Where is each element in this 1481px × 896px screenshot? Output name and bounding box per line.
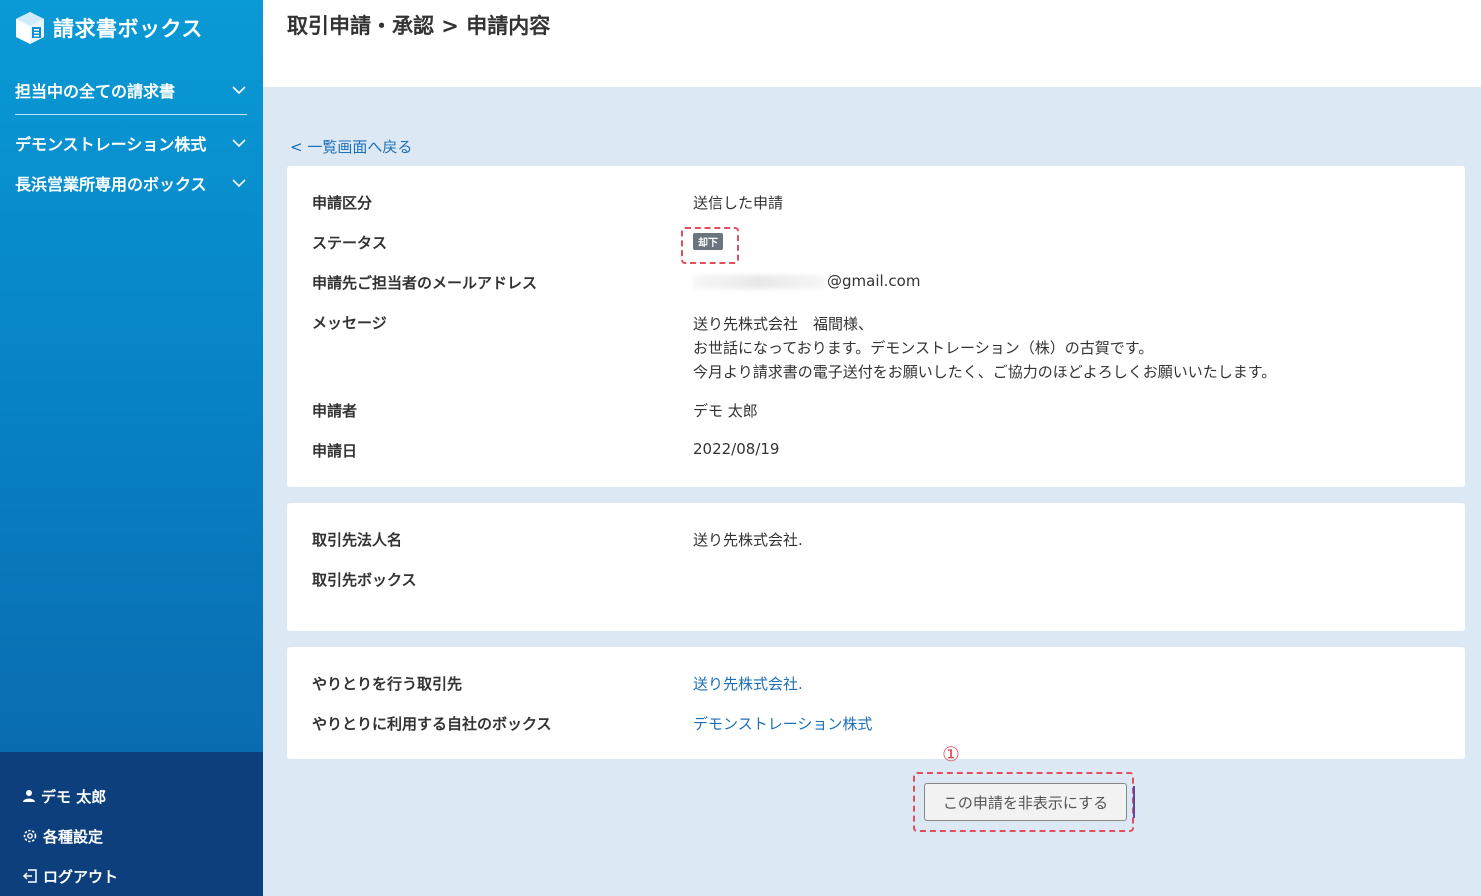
settings-link[interactable]: 各種設定 <box>22 824 103 848</box>
message-line: お世話になっております。デモンストレーション（株）の古賀です。 <box>693 339 1154 357</box>
exchange-partner-row: やりとりを行う取引先 送り先株式会社. <box>312 673 1440 694</box>
applicant-value: デモ 太郎 <box>693 402 758 420</box>
partner-box-row: 取引先ボックス <box>312 569 1440 590</box>
exchange-partner-label: やりとりを行う取引先 <box>312 675 463 693</box>
logout-link[interactable]: ログアウト <box>22 864 118 888</box>
chevron-down-icon <box>231 175 247 191</box>
email-row: 申請先ご担当者のメールアドレス @gmail.com <box>312 272 1440 293</box>
redacted-email-local <box>693 274 825 289</box>
applicant-label: 申請者 <box>312 402 358 420</box>
message-row: メッセージ 送り先株式会社 福間様、 お世話になっております。デモンストレーショ… <box>312 312 1440 384</box>
cursor-mark <box>1133 786 1135 818</box>
user-icon <box>23 790 35 802</box>
status-highlight-box <box>681 227 739 264</box>
status-label: ステータス <box>312 234 388 252</box>
step-marker: ① <box>942 742 960 766</box>
settings-label: 各種設定 <box>43 827 104 846</box>
sidebar-item-label: 長浜営業所専用のボックス <box>15 175 207 194</box>
user-name: デモ 太郎 <box>41 787 107 806</box>
sidebar-item-nagahama-box[interactable]: 長浜営業所専用のボックス <box>15 170 247 196</box>
date-value: 2022/08/19 <box>693 440 780 458</box>
email-label: 申請先ご担当者のメールアドレス <box>312 274 538 292</box>
own-box-link[interactable]: デモンストレーション株式 <box>693 713 872 734</box>
partner-corp-row: 取引先法人名 送り先株式会社. <box>312 529 1440 550</box>
request-details-card: 申請区分 送信した申請 ステータス 却下 申請先ご担当者のメールアドレス @gm… <box>287 166 1465 487</box>
sidebar-item-label: 担当中の全ての請求書 <box>15 82 176 101</box>
sidebar: 請求書ボックス 担当中の全ての請求書 デモンストレーション株式 長浜営業所専用の… <box>0 0 263 896</box>
request-type-value: 送信した申請 <box>693 194 784 212</box>
message-label: メッセージ <box>312 314 387 332</box>
request-type-label: 申請区分 <box>312 194 373 212</box>
own-box-row: やりとりに利用する自社のボックス デモンストレーション株式 <box>312 713 1440 734</box>
gear-icon <box>23 829 37 843</box>
chevron-down-icon <box>231 135 247 151</box>
date-label: 申請日 <box>312 442 358 460</box>
sidebar-divider <box>15 114 247 115</box>
sidebar-footer: デモ 太郎 各種設定 ログアウト <box>0 752 263 896</box>
user-menu[interactable]: デモ 太郎 <box>22 784 106 808</box>
own-box-label: やりとりに利用する自社のボックス <box>312 715 552 733</box>
partner-corp-value: 送り先株式会社. <box>693 531 803 549</box>
sidebar-item-all-invoices[interactable]: 担当中の全ての請求書 <box>15 77 247 103</box>
page-header: 取引申請・承認 > 申請内容 <box>263 0 1481 87</box>
partner-box-label: 取引先ボックス <box>312 571 417 589</box>
message-line: 送り先株式会社 福間様、 <box>693 315 874 333</box>
date-row: 申請日 2022/08/19 <box>312 440 1440 461</box>
logout-label: ログアウト <box>43 867 119 886</box>
app-logo[interactable]: 請求書ボックス <box>15 10 203 46</box>
status-row: ステータス 却下 <box>312 232 1440 253</box>
box-logo-icon <box>15 11 45 45</box>
exchange-card: やりとりを行う取引先 送り先株式会社. やりとりに利用する自社のボックス デモン… <box>287 647 1465 759</box>
hide-request-button[interactable]: この申請を非表示にする <box>924 783 1127 821</box>
request-type-row: 申請区分 送信した申請 <box>312 192 1440 213</box>
applicant-row: 申請者 デモ 太郎 <box>312 400 1440 421</box>
partner-card: 取引先法人名 送り先株式会社. 取引先ボックス <box>287 503 1465 631</box>
page-title: 取引申請・承認 > 申請内容 <box>287 14 551 38</box>
message-line: 今月より請求書の電子送付をお願いしたく、ご協力のほどよろしくお願いいたします。 <box>693 363 1277 381</box>
email-domain: @gmail.com <box>827 272 921 290</box>
partner-corp-label: 取引先法人名 <box>312 531 403 549</box>
app-name: 請求書ボックス <box>53 17 203 41</box>
back-to-list-link[interactable]: < 一覧画面へ戻る <box>290 136 412 157</box>
sidebar-item-demonstration[interactable]: デモンストレーション株式 <box>15 130 247 156</box>
logout-icon <box>22 869 37 883</box>
message-body: 送り先株式会社 福間様、 お世話になっております。デモンストレーション（株）の古… <box>693 312 1276 384</box>
chevron-down-icon <box>231 82 247 98</box>
exchange-partner-link[interactable]: 送り先株式会社. <box>693 673 803 694</box>
sidebar-item-label: デモンストレーション株式 <box>15 135 207 154</box>
